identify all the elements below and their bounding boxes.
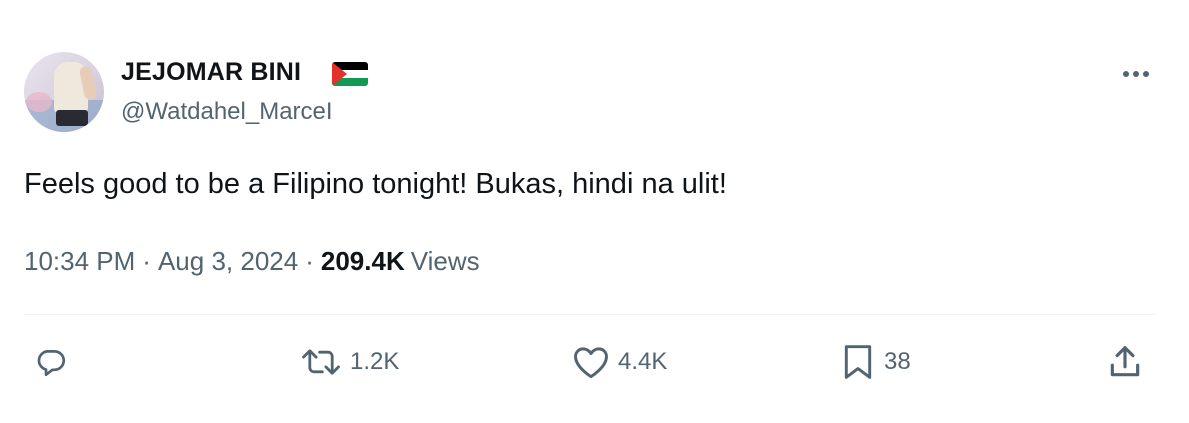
tweet-text: Feels good to be a Filipino tonight! Buk… bbox=[24, 168, 727, 200]
like-count: 4.4K bbox=[618, 348, 668, 375]
tweet-time[interactable]: 10:34 PM bbox=[24, 246, 135, 276]
bookmark-count: 38 bbox=[884, 348, 911, 375]
like-button[interactable]: 4.4K bbox=[572, 340, 667, 384]
heart-icon bbox=[574, 347, 608, 379]
tweet-card: JEJOMAR BINI @Watdahel_MarceI Feels good… bbox=[0, 0, 1189, 423]
more-options-button[interactable] bbox=[1116, 60, 1156, 88]
author-display-name[interactable]: JEJOMAR BINI bbox=[121, 58, 301, 87]
meta-separator: · bbox=[142, 246, 151, 276]
reply-icon bbox=[37, 350, 66, 377]
tweet-metadata: 10:34 PM · Aug 3, 2024 · 209.4K Views bbox=[24, 246, 480, 277]
views-label: Views bbox=[410, 246, 480, 276]
views-count[interactable]: 209.4K bbox=[321, 246, 405, 276]
author-handle[interactable]: @Watdahel_MarceI bbox=[121, 98, 333, 126]
palestine-flag-icon bbox=[332, 62, 368, 86]
meta-separator: · bbox=[305, 246, 314, 276]
reply-button[interactable] bbox=[34, 340, 68, 384]
share-icon bbox=[1110, 346, 1140, 377]
bookmark-icon bbox=[844, 345, 872, 379]
retweet-count: 1.2K bbox=[350, 348, 400, 375]
tweet-date[interactable]: Aug 3, 2024 bbox=[158, 246, 298, 276]
avatar[interactable] bbox=[24, 52, 104, 132]
share-button[interactable] bbox=[1106, 340, 1144, 384]
divider bbox=[24, 314, 1156, 315]
bookmark-button[interactable]: 38 bbox=[840, 340, 911, 384]
retweet-icon bbox=[302, 349, 340, 375]
more-options-icon bbox=[1123, 71, 1149, 77]
retweet-button[interactable]: 1.2K bbox=[300, 340, 399, 384]
